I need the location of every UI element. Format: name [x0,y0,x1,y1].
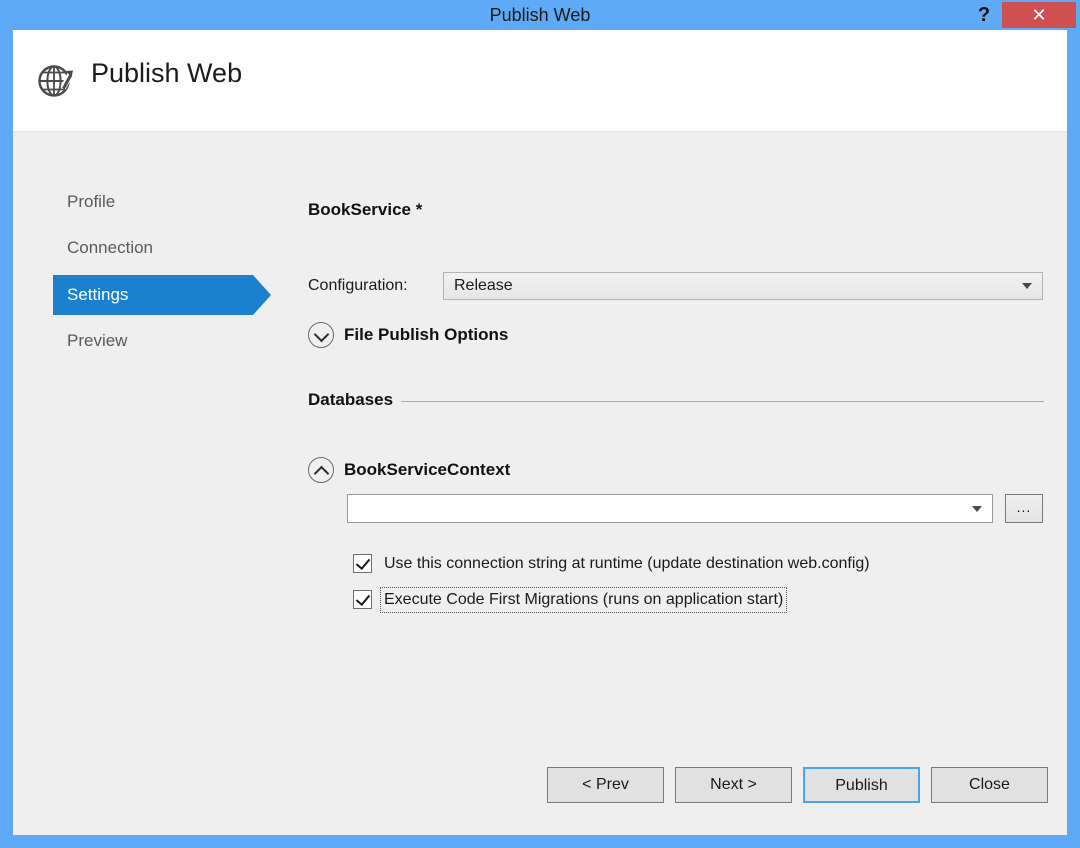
dialog-header-title: Publish Web [91,58,242,89]
sidebar-item-settings[interactable]: Settings [53,275,253,315]
chevron-down-icon [308,322,334,348]
bookservicecontext-label: BookServiceContext [344,458,510,482]
close-window-button[interactable]: ✕ [1002,2,1076,28]
prev-button[interactable]: < Prev [547,767,664,803]
sidebar-item-label: Profile [67,192,115,211]
checkbox-checked-icon [353,554,372,573]
close-button[interactable]: Close [931,767,1048,803]
configuration-combobox[interactable]: Release [443,272,1043,300]
use-connection-string-label: Use this connection string at runtime (u… [381,552,873,576]
chevron-down-icon [972,506,982,512]
checkbox-checked-icon [353,590,372,609]
profile-name-heading: BookService * [308,200,422,220]
wizard-sidebar: Profile Connection Settings Preview [13,132,303,835]
sidebar-item-connection[interactable]: Connection [53,228,153,268]
chevron-up-icon [308,457,334,483]
databases-label: Databases [308,390,401,410]
connection-string-combobox[interactable] [347,494,993,523]
browse-connection-button[interactable]: ... [1005,494,1043,523]
dialog-client-area: Publish Web Profile Connection Settings … [13,30,1067,835]
sidebar-item-label: Settings [67,285,128,304]
databases-group-header: Databases [308,390,1044,410]
execute-code-first-migrations-label: Execute Code First Migrations (runs on a… [381,588,786,612]
chevron-down-icon [1022,283,1032,289]
sidebar-item-label: Preview [67,331,127,350]
next-button[interactable]: Next > [675,767,792,803]
databases-separator [308,401,1044,402]
configuration-value: Release [454,273,513,299]
configuration-label: Configuration: [308,277,408,295]
settings-panel: BookService * Configuration: Release Fil… [303,132,1067,835]
publish-web-dialog: Publish Web ? ✕ Publish Web [0,0,1080,848]
sidebar-item-profile[interactable]: Profile [53,182,115,222]
dialog-footer: < Prev Next > Publish Close [13,751,1067,835]
sidebar-item-preview[interactable]: Preview [53,321,127,361]
globe-publish-icon [36,60,78,102]
publish-button[interactable]: Publish [803,767,920,803]
file-publish-options-label: File Publish Options [344,323,508,347]
window-title: Publish Web [0,0,1080,30]
dialog-header: Publish Web [13,30,1067,132]
sidebar-item-label: Connection [67,238,153,257]
help-button[interactable]: ? [970,1,998,29]
title-bar: Publish Web ? ✕ [0,0,1080,30]
